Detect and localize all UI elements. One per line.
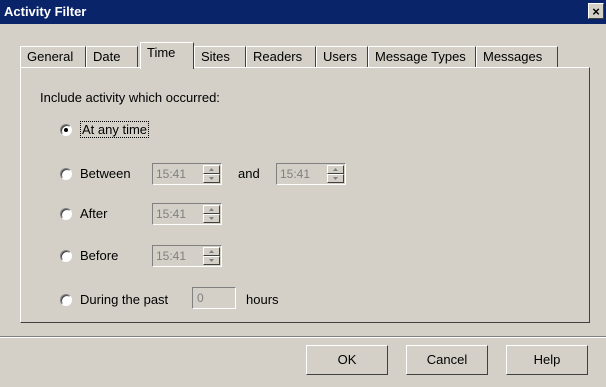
window-title: Activity Filter [4,4,87,19]
up-arrow-icon [333,168,338,171]
tab-users[interactable]: Users [316,46,368,68]
radio-selected-dot [64,128,68,132]
down-arrow-icon [333,177,338,180]
spin-down-button[interactable] [203,214,220,223]
between-radio[interactable] [60,168,72,180]
after-time-spinner[interactable]: 15:41 [152,203,222,225]
spin-down-button[interactable] [327,174,344,183]
after-radio[interactable] [60,208,72,220]
spin-up-button[interactable] [327,165,344,174]
tab-date[interactable]: Date [86,46,138,68]
tab-sites[interactable]: Sites [194,46,246,68]
include-activity-label: Include activity which occurred: [40,90,220,105]
spin-down-button[interactable] [203,174,220,183]
footer-separator [0,336,606,338]
ok-button[interactable]: OK [306,345,388,375]
any-time-label[interactable]: At any time [80,121,150,138]
any-time-radio[interactable] [60,124,72,136]
between-end-time-spinner[interactable]: 15:41 [276,163,346,185]
close-button[interactable]: × [588,3,604,19]
hours-input[interactable]: 0 [192,287,236,309]
hours-value: 0 [197,291,204,305]
close-icon: × [592,4,600,19]
before-time-spinner[interactable]: 15:41 [152,245,222,267]
during-past-radio[interactable] [60,294,72,306]
between-end-time-value: 15:41 [280,167,311,181]
after-time-value: 15:41 [156,207,187,221]
down-arrow-icon [209,259,214,262]
up-arrow-icon [209,168,214,171]
help-button[interactable]: Help [506,345,588,375]
title-bar: Activity Filter × [0,0,606,24]
between-label[interactable]: Between [80,166,131,181]
spin-down-button[interactable] [203,256,220,265]
after-label[interactable]: After [80,206,107,221]
during-past-label[interactable]: During the past [80,292,168,307]
before-time-value: 15:41 [156,249,187,263]
down-arrow-icon [209,177,214,180]
tab-messages[interactable]: Messages [476,46,558,68]
down-arrow-icon [209,217,214,220]
tab-general[interactable]: General [20,46,86,68]
time-tab-panel [20,67,590,323]
hours-unit-label: hours [246,292,279,307]
between-start-time-spinner[interactable]: 15:41 [152,163,222,185]
before-label[interactable]: Before [80,248,118,263]
cancel-button[interactable]: Cancel [406,345,488,375]
spin-up-button[interactable] [203,205,220,214]
up-arrow-icon [209,250,214,253]
between-start-time-value: 15:41 [156,167,187,181]
spin-up-button[interactable] [203,165,220,174]
spin-up-button[interactable] [203,247,220,256]
tab-readers[interactable]: Readers [246,46,316,68]
between-and-label: and [238,166,260,181]
tab-message-types[interactable]: Message Types [368,46,476,68]
up-arrow-icon [209,208,214,211]
tab-time[interactable]: Time [140,42,194,69]
before-radio[interactable] [60,250,72,262]
